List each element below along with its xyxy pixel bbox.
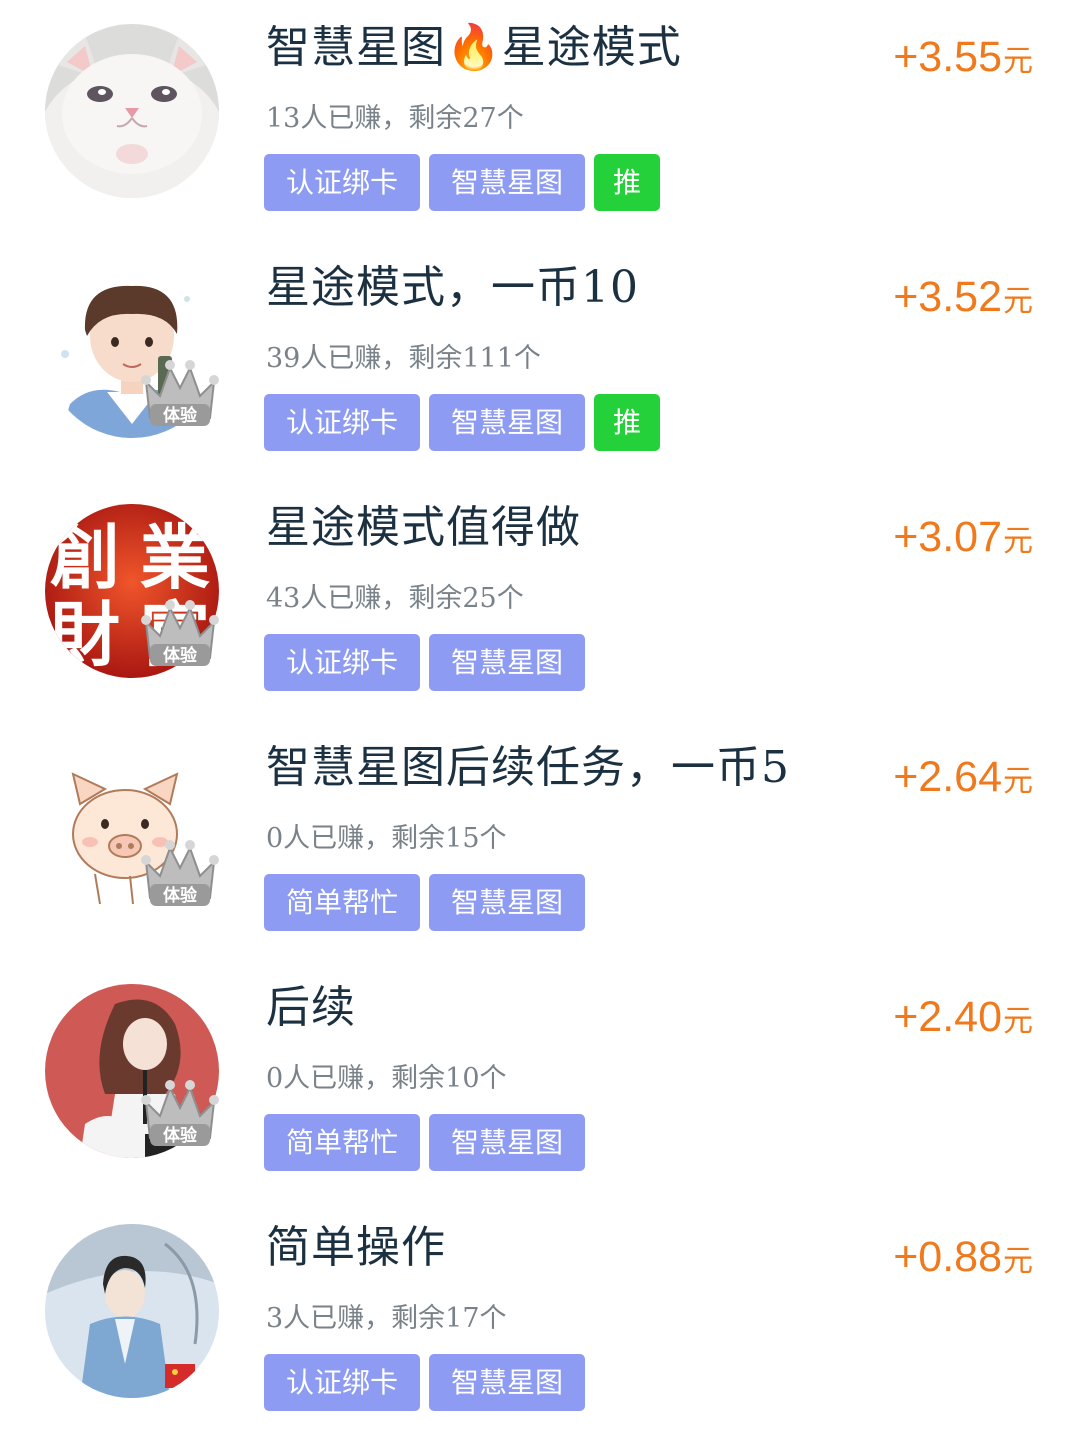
task-title: 智慧星图🔥星途模式 — [266, 22, 682, 73]
task-progress-text: 43人已赚，剩余25个 — [266, 583, 524, 614]
task-item[interactable]: 創 業 財 富 体验 星途模式值得做 43人已赚，剩余25个 认证绑卡 智慧星图 — [0, 480, 1079, 720]
reward-amount: +3.07元 — [893, 510, 1033, 564]
task-item[interactable]: 体验 星途模式，一币10 39人已赚，剩余111个 认证绑卡 智慧星图 推 +3… — [0, 240, 1079, 480]
tag-zhihui-xingtu[interactable]: 智慧星图 — [429, 1114, 585, 1171]
crown-label: 体验 — [163, 405, 198, 426]
tag-verify-card[interactable]: 认证绑卡 — [264, 1354, 420, 1411]
reward-unit: 元 — [1003, 524, 1033, 559]
task-item[interactable]: 体验 智慧星图后续任务，一币5 0人已赚，剩余15个 简单帮忙 智慧星图 +2.… — [0, 720, 1079, 960]
task-title: 后续 — [266, 982, 356, 1033]
experience-crown-badge: 体验 — [138, 352, 222, 432]
poster-char: 創 — [50, 516, 120, 599]
task-title: 简单操作 — [266, 1222, 446, 1273]
experience-crown-badge: 体验 — [138, 1072, 222, 1152]
reward-amount: +2.40元 — [893, 990, 1033, 1044]
tag-zhihui-xingtu[interactable]: 智慧星图 — [429, 1354, 585, 1411]
tag-recommended[interactable]: 推 — [594, 394, 660, 451]
tag-zhihui-xingtu[interactable]: 智慧星图 — [429, 154, 585, 211]
experience-crown-badge: 体验 — [138, 592, 222, 672]
reward-amount: +3.55元 — [893, 30, 1033, 84]
tag-simple-help[interactable]: 简单帮忙 — [264, 1114, 420, 1171]
reward-amount: +3.52元 — [893, 270, 1033, 324]
tag-recommended[interactable]: 推 — [594, 154, 660, 211]
task-item[interactable]: 简单操作 3人已赚，剩余17个 认证绑卡 智慧星图 +0.88元 — [0, 1200, 1079, 1440]
reward-value: +2.64 — [893, 753, 1002, 801]
tag-zhihui-xingtu[interactable]: 智慧星图 — [429, 874, 585, 931]
avatar[interactable] — [45, 24, 219, 198]
tag-zhihui-xingtu[interactable]: 智慧星图 — [429, 634, 585, 691]
task-title: 智慧星图后续任务，一币5 — [266, 742, 790, 793]
tag-simple-help[interactable]: 简单帮忙 — [264, 874, 420, 931]
experience-crown-badge: 体验 — [138, 832, 222, 912]
reward-value: +3.55 — [893, 33, 1002, 81]
reward-value: +0.88 — [893, 1233, 1002, 1281]
reward-unit: 元 — [1003, 764, 1033, 799]
poster-char: 業 — [140, 516, 210, 599]
poster-char: 財 — [50, 593, 120, 676]
reward-value: +3.52 — [893, 273, 1002, 321]
task-item[interactable]: 智慧星图🔥星途模式 13人已赚，剩余27个 认证绑卡 智慧星图 推 +3.55元 — [0, 0, 1079, 240]
task-progress-text: 3人已赚，剩余17个 — [266, 1303, 507, 1334]
task-title: 星途模式值得做 — [266, 502, 581, 553]
reward-unit: 元 — [1003, 1004, 1033, 1039]
reward-amount: +0.88元 — [893, 1230, 1033, 1284]
task-item[interactable]: 体验 后续 0人已赚，剩余10个 简单帮忙 智慧星图 +2.40元 — [0, 960, 1079, 1200]
tag-verify-card[interactable]: 认证绑卡 — [264, 154, 420, 211]
reward-unit: 元 — [1003, 1244, 1033, 1279]
task-progress-text: 0人已赚，剩余10个 — [266, 1063, 507, 1094]
reward-amount: +2.64元 — [893, 750, 1033, 804]
reward-unit: 元 — [1003, 44, 1033, 79]
task-progress-text: 39人已赚，剩余111个 — [266, 343, 541, 374]
avatar[interactable] — [45, 1224, 219, 1398]
reward-value: +2.40 — [893, 993, 1002, 1041]
tag-zhihui-xingtu[interactable]: 智慧星图 — [429, 394, 585, 451]
task-progress-text: 13人已赚，剩余27个 — [266, 103, 524, 134]
tag-verify-card[interactable]: 认证绑卡 — [264, 394, 420, 451]
task-title: 星途模式，一币10 — [266, 262, 639, 313]
reward-unit: 元 — [1003, 284, 1033, 319]
reward-value: +3.07 — [893, 513, 1002, 561]
crown-label: 体验 — [163, 645, 198, 666]
tag-verify-card[interactable]: 认证绑卡 — [264, 634, 420, 691]
crown-label: 体验 — [163, 885, 198, 906]
task-progress-text: 0人已赚，剩余15个 — [266, 823, 507, 854]
task-list: 智慧星图🔥星途模式 13人已赚，剩余27个 认证绑卡 智慧星图 推 +3.55元 — [0, 0, 1079, 1430]
crown-label: 体验 — [163, 1125, 198, 1146]
